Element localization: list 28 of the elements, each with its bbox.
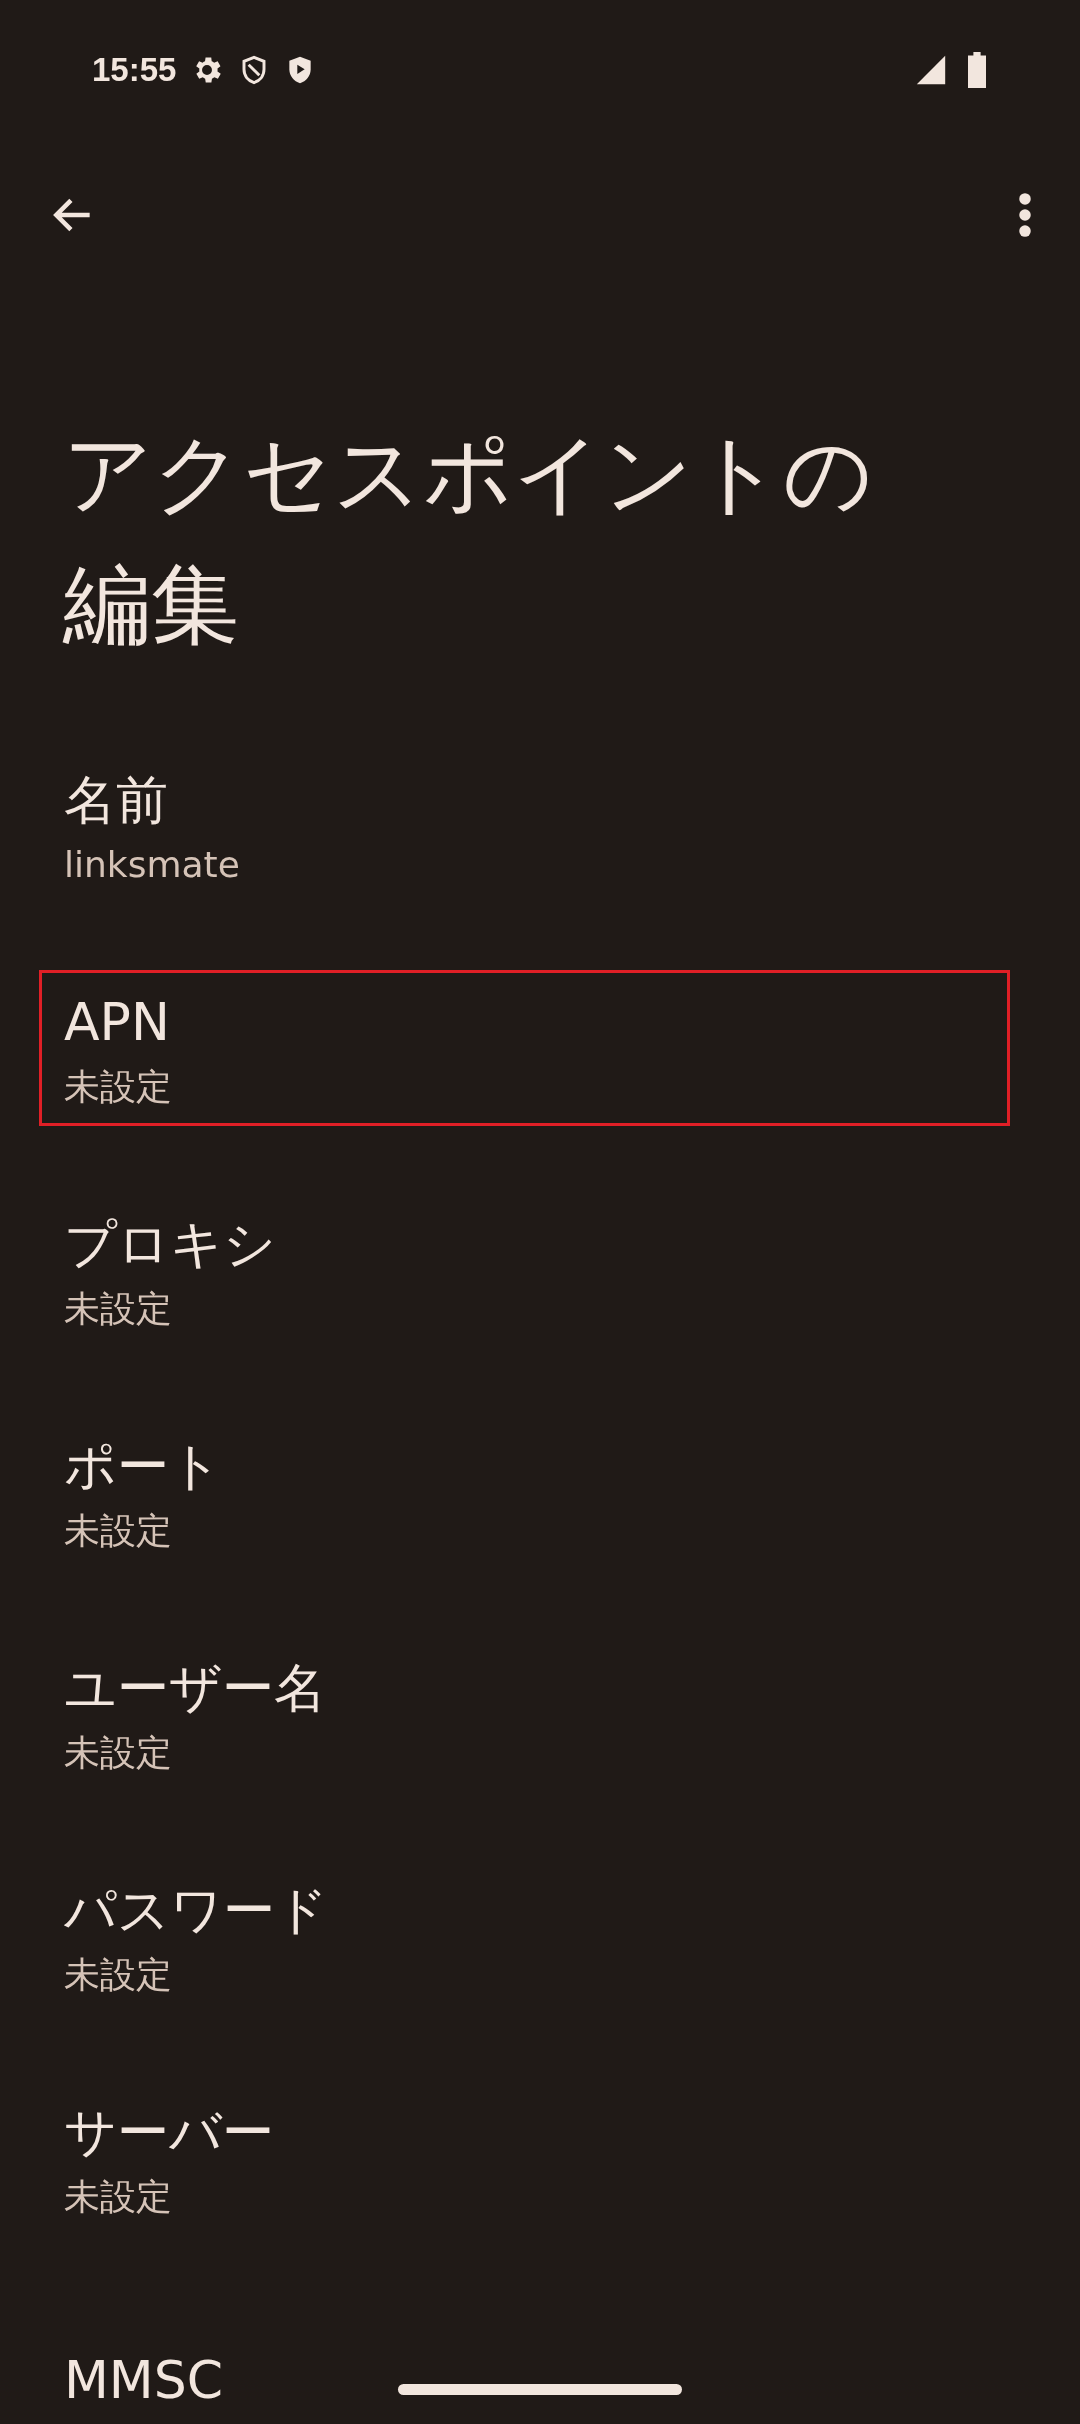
item-value: 未設定 [64, 1731, 172, 1775]
settings-item[interactable]: ユーザー名 未設定 [39, 1636, 1010, 1792]
item-label: サーバー [64, 2101, 274, 2164]
battery-icon [966, 52, 988, 88]
item-label: ポート [64, 1435, 222, 1498]
settings-item[interactable]: パスワード 未設定 [39, 1858, 1010, 2014]
settings-item[interactable]: ポート 未設定 [39, 1414, 1010, 1570]
signal-icon [914, 53, 948, 87]
item-label: 名前 [64, 769, 168, 832]
item-value: 未設定 [64, 1065, 172, 1109]
item-label: MMSC [64, 2349, 224, 2412]
status-time: 15:55 [92, 50, 177, 91]
item-label: APN [64, 991, 170, 1054]
item-value: 未設定 [64, 2175, 172, 2219]
page-title: アクセスポイントの編集 [63, 421, 874, 658]
item-value: 未設定 [64, 1953, 172, 1997]
item-value: 未設定 [64, 1287, 172, 1331]
settings-item[interactable]: MMSC [39, 2302, 1010, 2424]
item-value: 未設定 [64, 1509, 172, 1553]
settings-item[interactable]: プロキシ 未設定 [39, 1192, 1010, 1348]
item-label: パスワード [64, 1879, 328, 1942]
settings-item[interactable]: サーバー 未設定 [39, 2080, 1010, 2236]
settings-item[interactable]: 名前 linksmate [39, 748, 1010, 904]
settings-item[interactable]: APN 未設定 [39, 970, 1010, 1126]
item-label: プロキシ [64, 1213, 276, 1276]
item-value: linksmate [64, 843, 240, 887]
item-label: ユーザー名 [64, 1657, 326, 1720]
more-options-icon[interactable] [1018, 192, 1032, 238]
